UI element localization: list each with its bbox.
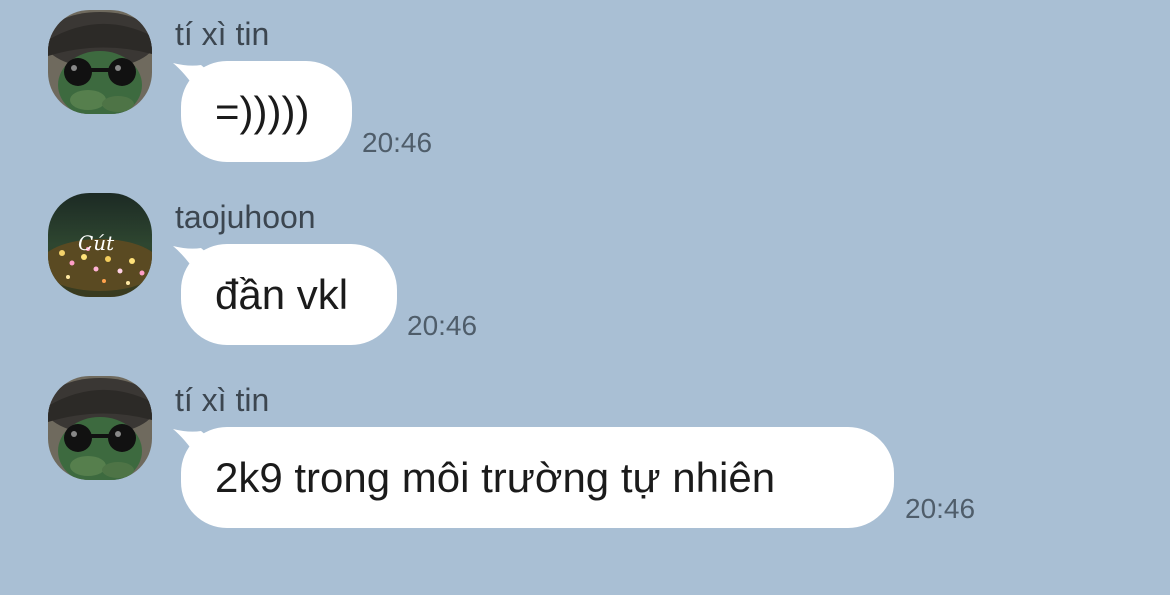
message-bubble[interactable]: đần vkl [173, 244, 397, 345]
message-time: 20:46 [362, 127, 433, 158]
avatar[interactable]: Cút [48, 193, 152, 297]
message-row: Cút taojuhoon đần vkl 20:46 [0, 183, 1170, 353]
bubble-tail [173, 246, 213, 274]
message-bubble[interactable]: =))))) [173, 61, 352, 162]
message-text: =))))) [215, 87, 310, 135]
message-time: 20:46 [407, 310, 478, 341]
sender-name: tí xì tin [175, 16, 270, 52]
bubble-tail [173, 429, 213, 457]
message-text: 2k9 trong môi trường tự nhiên [215, 453, 776, 501]
avatar[interactable] [48, 376, 152, 480]
bubble-tail [173, 63, 213, 91]
message-row: tí xì tin =))))) 20:46 [0, 0, 1170, 170]
message-text: đần vkl [215, 270, 349, 318]
chat-message-list[interactable]: tí xì tin =))))) 20:46 Cút taojuhoon đần… [0, 0, 1170, 595]
sender-name: taojuhoon [175, 199, 316, 235]
sender-name: tí xì tin [175, 382, 270, 418]
message-bubble[interactable]: 2k9 trong môi trường tự nhiên [173, 427, 894, 528]
message-time: 20:46 [905, 493, 976, 524]
message-row: tí xì tin 2k9 trong môi trường tự nhiên … [0, 366, 1170, 536]
avatar-caption: Cút [78, 231, 115, 255]
turtle-avatar-icon [48, 376, 152, 480]
avatar[interactable] [48, 10, 152, 114]
turtle-avatar-icon [48, 10, 152, 114]
